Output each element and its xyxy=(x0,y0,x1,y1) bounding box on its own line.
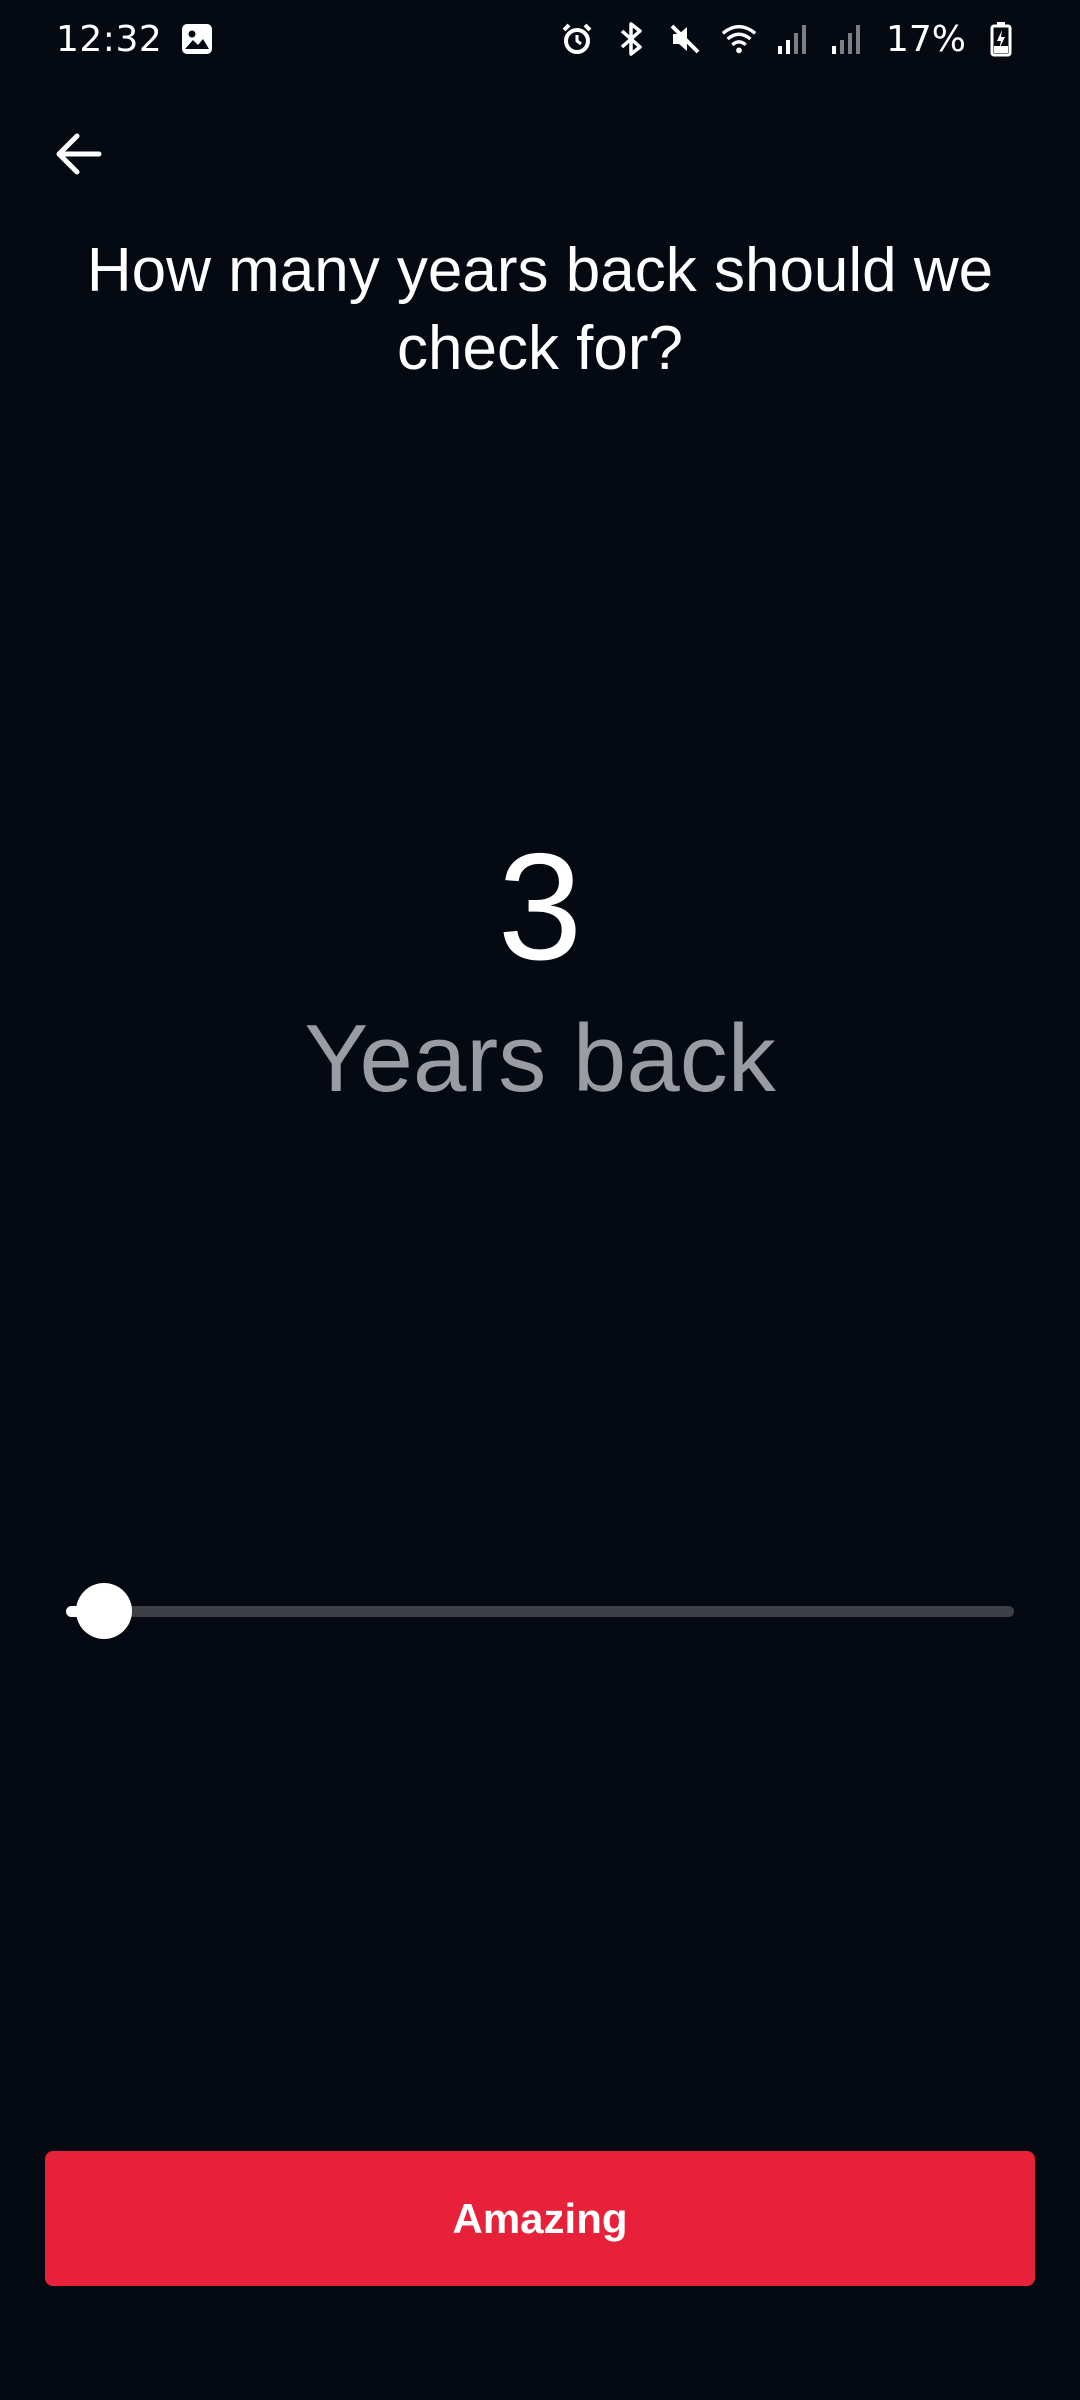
arrow-left-icon xyxy=(56,133,102,175)
signal-icon xyxy=(828,20,866,58)
years-value: 3 xyxy=(497,822,583,992)
battery-charging-icon xyxy=(982,20,1020,58)
back-button[interactable] xyxy=(42,118,114,190)
battery-percent: 17% xyxy=(885,18,966,60)
status-bar: 12:32 17% xyxy=(0,0,1080,78)
slider-track[interactable] xyxy=(66,1606,1014,1617)
years-label: Years back xyxy=(304,1005,776,1112)
status-left: 12:32 xyxy=(56,19,216,60)
mute-icon xyxy=(666,20,704,58)
bluetooth-icon xyxy=(612,20,650,58)
status-time: 12:32 xyxy=(56,18,163,60)
page-title: How many years back should we check for? xyxy=(86,236,994,383)
wifi-icon xyxy=(720,20,758,58)
slider-thumb[interactable] xyxy=(75,1583,132,1639)
years-slider[interactable] xyxy=(66,1580,1014,1642)
status-right: 17% xyxy=(558,19,1020,60)
screen: 12:32 17% How many years back should we … xyxy=(0,0,1080,2400)
alarm-icon xyxy=(558,20,596,58)
signal-icon xyxy=(774,20,812,58)
image-icon xyxy=(178,20,216,58)
amazing-button[interactable]: Amazing xyxy=(45,2151,1035,2286)
